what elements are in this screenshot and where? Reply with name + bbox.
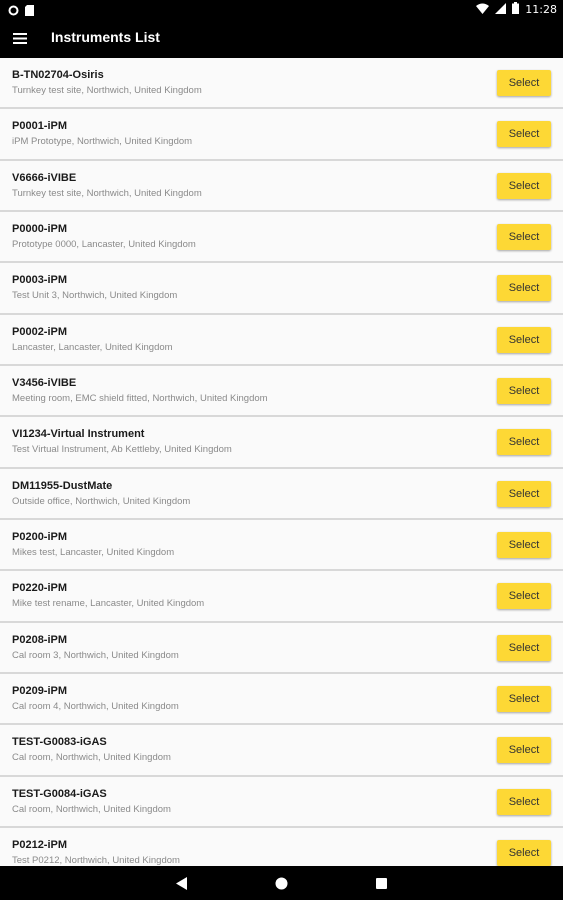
list-item: VI1234-Virtual Instrument Test Virtual I… xyxy=(0,417,563,469)
instrument-location: Cal room, Northwich, United Kingdom xyxy=(12,752,171,764)
instrument-name: V6666-iVIBE xyxy=(12,171,77,184)
select-button[interactable]: Select xyxy=(497,429,551,456)
select-button[interactable]: Select xyxy=(497,840,551,866)
select-button[interactable]: Select xyxy=(497,275,551,302)
clock-time: 11:28 xyxy=(525,3,557,16)
instrument-location: Mikes test, Lancaster, United Kingdom xyxy=(12,547,175,559)
instrument-location: Cal room, Northwich, United Kingdom xyxy=(12,803,171,815)
instrument-name: TEST-G0083-iGAS xyxy=(12,736,107,749)
list-item: V6666-iVIBE Turnkey test site, Northwich… xyxy=(0,160,563,213)
instrument-location: Test Virtual Instrument, Ab Kettleby, Un… xyxy=(12,444,232,456)
select-button[interactable]: Select xyxy=(497,532,551,559)
select-button[interactable]: Select xyxy=(497,70,551,96)
instrument-name: P0200-iPM xyxy=(12,531,68,544)
list-item: P0003-iPM Test Unit 3, Northwich, United… xyxy=(0,263,563,315)
instrument-name: P0220-iPM xyxy=(12,582,68,595)
list-item: P0209-iPM Cal room 4, Northwich, United … xyxy=(0,674,563,726)
select-button[interactable]: Select xyxy=(497,326,551,353)
list-item: B-TN02704-Osiris Turnkey test site, Nort… xyxy=(0,58,563,110)
instrument-name: P0000-iPM xyxy=(12,223,68,236)
list-item: P0002-iPM Lancaster, Lancaster, United K… xyxy=(0,314,563,367)
battery-icon xyxy=(512,2,520,17)
instrument-location: Turnkey test site, Northwich, United Kin… xyxy=(12,85,202,96)
instrument-name: V3456-iVIBE xyxy=(12,377,77,390)
list-item: P0000-iPM Prototype 0000, Lancaster, Uni… xyxy=(0,212,563,264)
instrument-name: P0208-iPM xyxy=(12,633,68,646)
list-item: V3456-iVIBE Meeting room, EMC shield fit… xyxy=(0,366,563,418)
recents-icon[interactable] xyxy=(370,871,394,895)
select-button[interactable]: Select xyxy=(497,480,551,507)
select-button[interactable]: Select xyxy=(497,788,551,815)
list-item: TEST-G0083-iGAS Cal room, Northwich, Uni… xyxy=(0,725,563,777)
instrument-name: DM11955-DustMate xyxy=(12,479,113,492)
instrument-name: VI1234-Virtual Instrument xyxy=(12,428,145,441)
instrument-location: Mike test rename, Lancaster, United King… xyxy=(12,598,205,610)
list-item: P0001-iPM iPM Prototype, Northwich, Unit… xyxy=(0,109,563,161)
instrument-location: Cal room 4, Northwich, United Kingdom xyxy=(12,701,179,713)
instrument-name: P0002-iPM xyxy=(12,325,68,338)
instrument-location: Turnkey test site, Northwich, United Kin… xyxy=(12,187,202,199)
back-icon[interactable] xyxy=(170,871,194,895)
select-button[interactable]: Select xyxy=(497,378,551,405)
select-button[interactable]: Select xyxy=(497,686,551,713)
select-button[interactable]: Select xyxy=(497,634,551,661)
instrument-name: P0001-iPM xyxy=(12,120,68,133)
list-item: P0212-iPM Test P0212, Northwich, United … xyxy=(0,828,563,866)
list-item: P0220-iPM Mike test rename, Lancaster, U… xyxy=(0,571,563,623)
instrument-name: P0209-iPM xyxy=(12,685,68,698)
select-button[interactable]: Select xyxy=(497,121,551,148)
instrument-location: Test P0212, Northwich, United Kingdom xyxy=(12,855,180,866)
list-item: P0208-iPM Cal room 3, Northwich, United … xyxy=(0,622,563,675)
instrument-location: iPM Prototype, Northwich, United Kingdom xyxy=(12,136,193,148)
select-button[interactable]: Select xyxy=(497,737,551,764)
list-item: TEST-G0084-iGAS Cal room, Northwich, Uni… xyxy=(0,776,563,829)
instrument-location: Prototype 0000, Lancaster, United Kingdo… xyxy=(12,239,196,251)
instrument-location: Test Unit 3, Northwich, United Kingdom xyxy=(12,290,178,302)
instrument-location: Lancaster, Lancaster, United Kingdom xyxy=(12,341,173,353)
instrument-location: Cal room 3, Northwich, United Kingdom xyxy=(12,649,179,661)
list-item: DM11955-DustMate Outside office, Northwi… xyxy=(0,468,563,521)
list-item: P0200-iPM Mikes test, Lancaster, United … xyxy=(0,520,563,572)
status-bar: 11:28 xyxy=(0,0,563,18)
select-button[interactable]: Select xyxy=(497,172,551,199)
hamburger-menu-icon[interactable] xyxy=(8,26,32,50)
system-nav-bar xyxy=(0,866,563,900)
wifi-icon xyxy=(476,3,490,17)
select-button[interactable]: Select xyxy=(497,224,551,251)
instrument-name: B-TN02704-Osiris xyxy=(12,69,104,81)
instrument-name: P0212-iPM xyxy=(12,839,68,852)
instruments-list: B-TN02704-Osiris Turnkey test site, Nort… xyxy=(0,58,563,866)
instrument-location: Meeting room, EMC shield fitted, Northwi… xyxy=(12,393,268,405)
instrument-name: P0003-iPM xyxy=(12,274,68,287)
instrument-location: Outside office, Northwich, United Kingdo… xyxy=(12,495,191,507)
home-icon[interactable] xyxy=(270,871,294,895)
select-button[interactable]: Select xyxy=(497,583,551,610)
page-title: Instruments List xyxy=(51,29,160,45)
signal-icon xyxy=(495,2,507,17)
app-bar: Instruments List xyxy=(0,18,563,58)
instrument-name: TEST-G0084-iGAS xyxy=(12,787,107,800)
